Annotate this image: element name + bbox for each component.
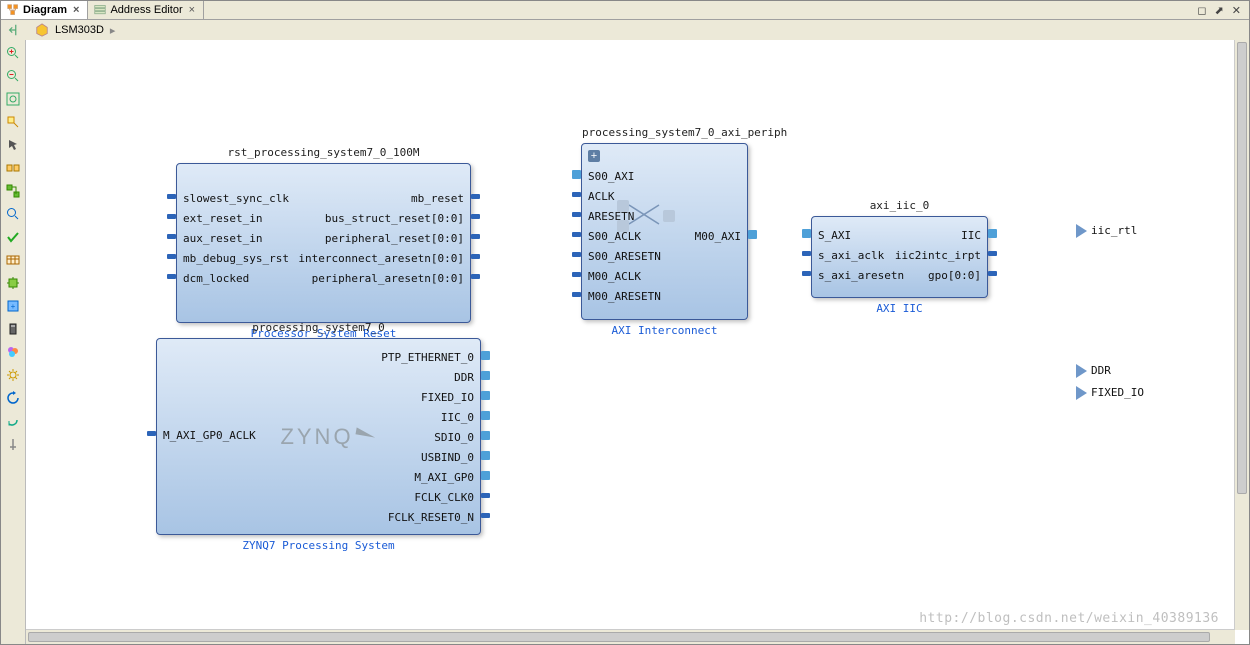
port-label[interactable]: M00_ACLK <box>588 270 641 283</box>
optimize-icon[interactable] <box>3 181 23 201</box>
port-label[interactable]: gpo[0:0] <box>928 269 981 282</box>
editor-tabs: Diagram × Address Editor × ◻ ⬈ ✕ <box>1 1 1249 20</box>
port-label[interactable]: S00_ACLK <box>588 230 641 243</box>
port-label[interactable]: slowest_sync_clk <box>183 192 289 205</box>
breadcrumb-design[interactable]: LSM303D <box>55 24 104 36</box>
port-label[interactable]: PTP_ETHERNET_0 <box>381 351 474 364</box>
select-icon[interactable] <box>3 135 23 155</box>
port-label[interactable]: S00_AXI <box>588 170 634 183</box>
port-label[interactable]: S_AXI <box>818 229 851 242</box>
block-axi-iic[interactable]: axi_iic_0 AXI IIC S_AXI s_axi_aclk s_axi… <box>811 216 988 298</box>
diagram-icon <box>7 4 19 16</box>
refresh-icon[interactable] <box>3 388 23 408</box>
port-label[interactable]: FCLK_CLK0 <box>414 491 474 504</box>
port-label[interactable]: s_axi_aclk <box>818 249 884 262</box>
port-label[interactable]: ext_reset_in <box>183 212 262 225</box>
add-ip-icon[interactable] <box>3 273 23 293</box>
port-label[interactable]: IIC_0 <box>441 411 474 424</box>
block-processing-system7[interactable]: processing_system7_0 ZYNQ7 Processing Sy… <box>156 338 481 535</box>
breadcrumb: LSM303D ▸ <box>1 20 1249 41</box>
port-label[interactable]: ARESETN <box>588 210 634 223</box>
block-rst-processing-system7[interactable]: rst_processing_system7_0_100M Processor … <box>176 163 471 323</box>
external-port-fixed-io[interactable]: FIXED_IO <box>1076 386 1144 400</box>
port-label[interactable]: s_axi_aresetn <box>818 269 904 282</box>
vertical-scrollbar[interactable] <box>1234 40 1249 630</box>
chevron-right-icon: ▸ <box>110 24 116 37</box>
port-label[interactable]: ACLK <box>588 190 615 203</box>
colors-icon[interactable] <box>3 342 23 362</box>
zoom-fit-icon[interactable] <box>3 89 23 109</box>
app-window: Diagram × Address Editor × ◻ ⬈ ✕ LSM303D… <box>0 0 1250 645</box>
zoom-out-icon[interactable] <box>3 66 23 86</box>
block-type-name: AXI IIC <box>812 302 987 315</box>
horizontal-scrollbar[interactable] <box>26 629 1235 644</box>
pin-icon[interactable] <box>3 434 23 454</box>
zoom-in-icon[interactable] <box>3 43 23 63</box>
tab-address-editor[interactable]: Address Editor × <box>88 1 204 19</box>
port-label[interactable]: peripheral_aresetn[0:0] <box>312 272 464 285</box>
rotate-icon[interactable] <box>3 411 23 431</box>
diagram-canvas[interactable]: rst_processing_system7_0_100M Processor … <box>26 40 1249 644</box>
restore-icon[interactable]: ◻ <box>1197 4 1206 17</box>
validate-icon[interactable] <box>3 227 23 247</box>
port-label[interactable]: peripheral_reset[0:0] <box>325 232 464 245</box>
address-editor-icon <box>94 4 106 16</box>
main-area: + <box>1 40 1249 644</box>
port-label[interactable]: SDIO_0 <box>434 431 474 444</box>
close-icon[interactable]: × <box>187 4 197 16</box>
tab-label: Address Editor <box>110 4 182 16</box>
port-label[interactable]: bus_struct_reset[0:0] <box>325 212 464 225</box>
port-label[interactable]: FCLK_RESET0_N <box>388 511 474 524</box>
block-instance-name: rst_processing_system7_0_100M <box>177 146 470 159</box>
block-type-name: ZYNQ7 Processing System <box>157 539 480 552</box>
zoom-area-icon[interactable] <box>3 112 23 132</box>
port-label[interactable]: dcm_locked <box>183 272 249 285</box>
close-icon[interactable]: × <box>71 4 81 16</box>
external-port-ddr[interactable]: DDR <box>1076 364 1111 378</box>
tab-label: Diagram <box>23 4 67 16</box>
port-label[interactable]: S00_ARESETN <box>588 250 661 263</box>
palette-icon[interactable] <box>3 319 23 339</box>
zynq-logo: ZYNQ <box>280 424 375 450</box>
port-label[interactable]: DDR <box>454 371 474 384</box>
port-label[interactable]: M_AXI_GP0_ACLK <box>163 429 256 442</box>
regenerate-icon[interactable] <box>3 250 23 270</box>
design-icon <box>35 23 49 37</box>
settings-icon[interactable] <box>3 365 23 385</box>
auto-layout-icon[interactable] <box>3 158 23 178</box>
tab-diagram[interactable]: Diagram × <box>1 1 88 19</box>
pin-left-icon[interactable] <box>7 23 21 37</box>
maximize-icon[interactable]: ⬈ <box>1215 4 1224 17</box>
close-icon[interactable]: ✕ <box>1232 4 1241 17</box>
port-label[interactable]: interconnect_aresetn[0:0] <box>298 252 464 265</box>
add-module-icon[interactable]: + <box>3 296 23 316</box>
block-instance-name: processing_system7_0 <box>157 321 480 334</box>
svg-text:+: + <box>11 302 16 311</box>
block-axi-interconnect[interactable]: + processing_system7_0_axi_periph AXI In… <box>581 143 748 320</box>
port-label[interactable]: USBIND_0 <box>421 451 474 464</box>
port-label[interactable]: FIXED_IO <box>421 391 474 404</box>
expand-icon[interactable]: + <box>588 150 600 162</box>
search-icon[interactable] <box>3 204 23 224</box>
block-type-name: AXI Interconnect <box>582 324 747 337</box>
block-instance-name: processing_system7_0_axi_periph <box>582 126 747 139</box>
port-label[interactable]: mb_debug_sys_rst <box>183 252 289 265</box>
external-port-iic-rtl[interactable]: iic_rtl <box>1076 224 1137 238</box>
vertical-toolbar: + <box>1 40 26 644</box>
port-label[interactable]: M00_AXI <box>695 230 741 243</box>
port-label[interactable]: mb_reset <box>411 192 464 205</box>
port-label[interactable]: IIC <box>961 229 981 242</box>
window-buttons: ◻ ⬈ ✕ <box>1189 1 1249 19</box>
port-label[interactable]: M_AXI_GP0 <box>414 471 474 484</box>
port-label[interactable]: iic2intc_irpt <box>895 249 981 262</box>
block-instance-name: axi_iic_0 <box>812 199 987 212</box>
port-label[interactable]: aux_reset_in <box>183 232 262 245</box>
port-label[interactable]: M00_ARESETN <box>588 290 661 303</box>
watermark: http://blog.csdn.net/weixin_40389136 <box>919 611 1219 626</box>
